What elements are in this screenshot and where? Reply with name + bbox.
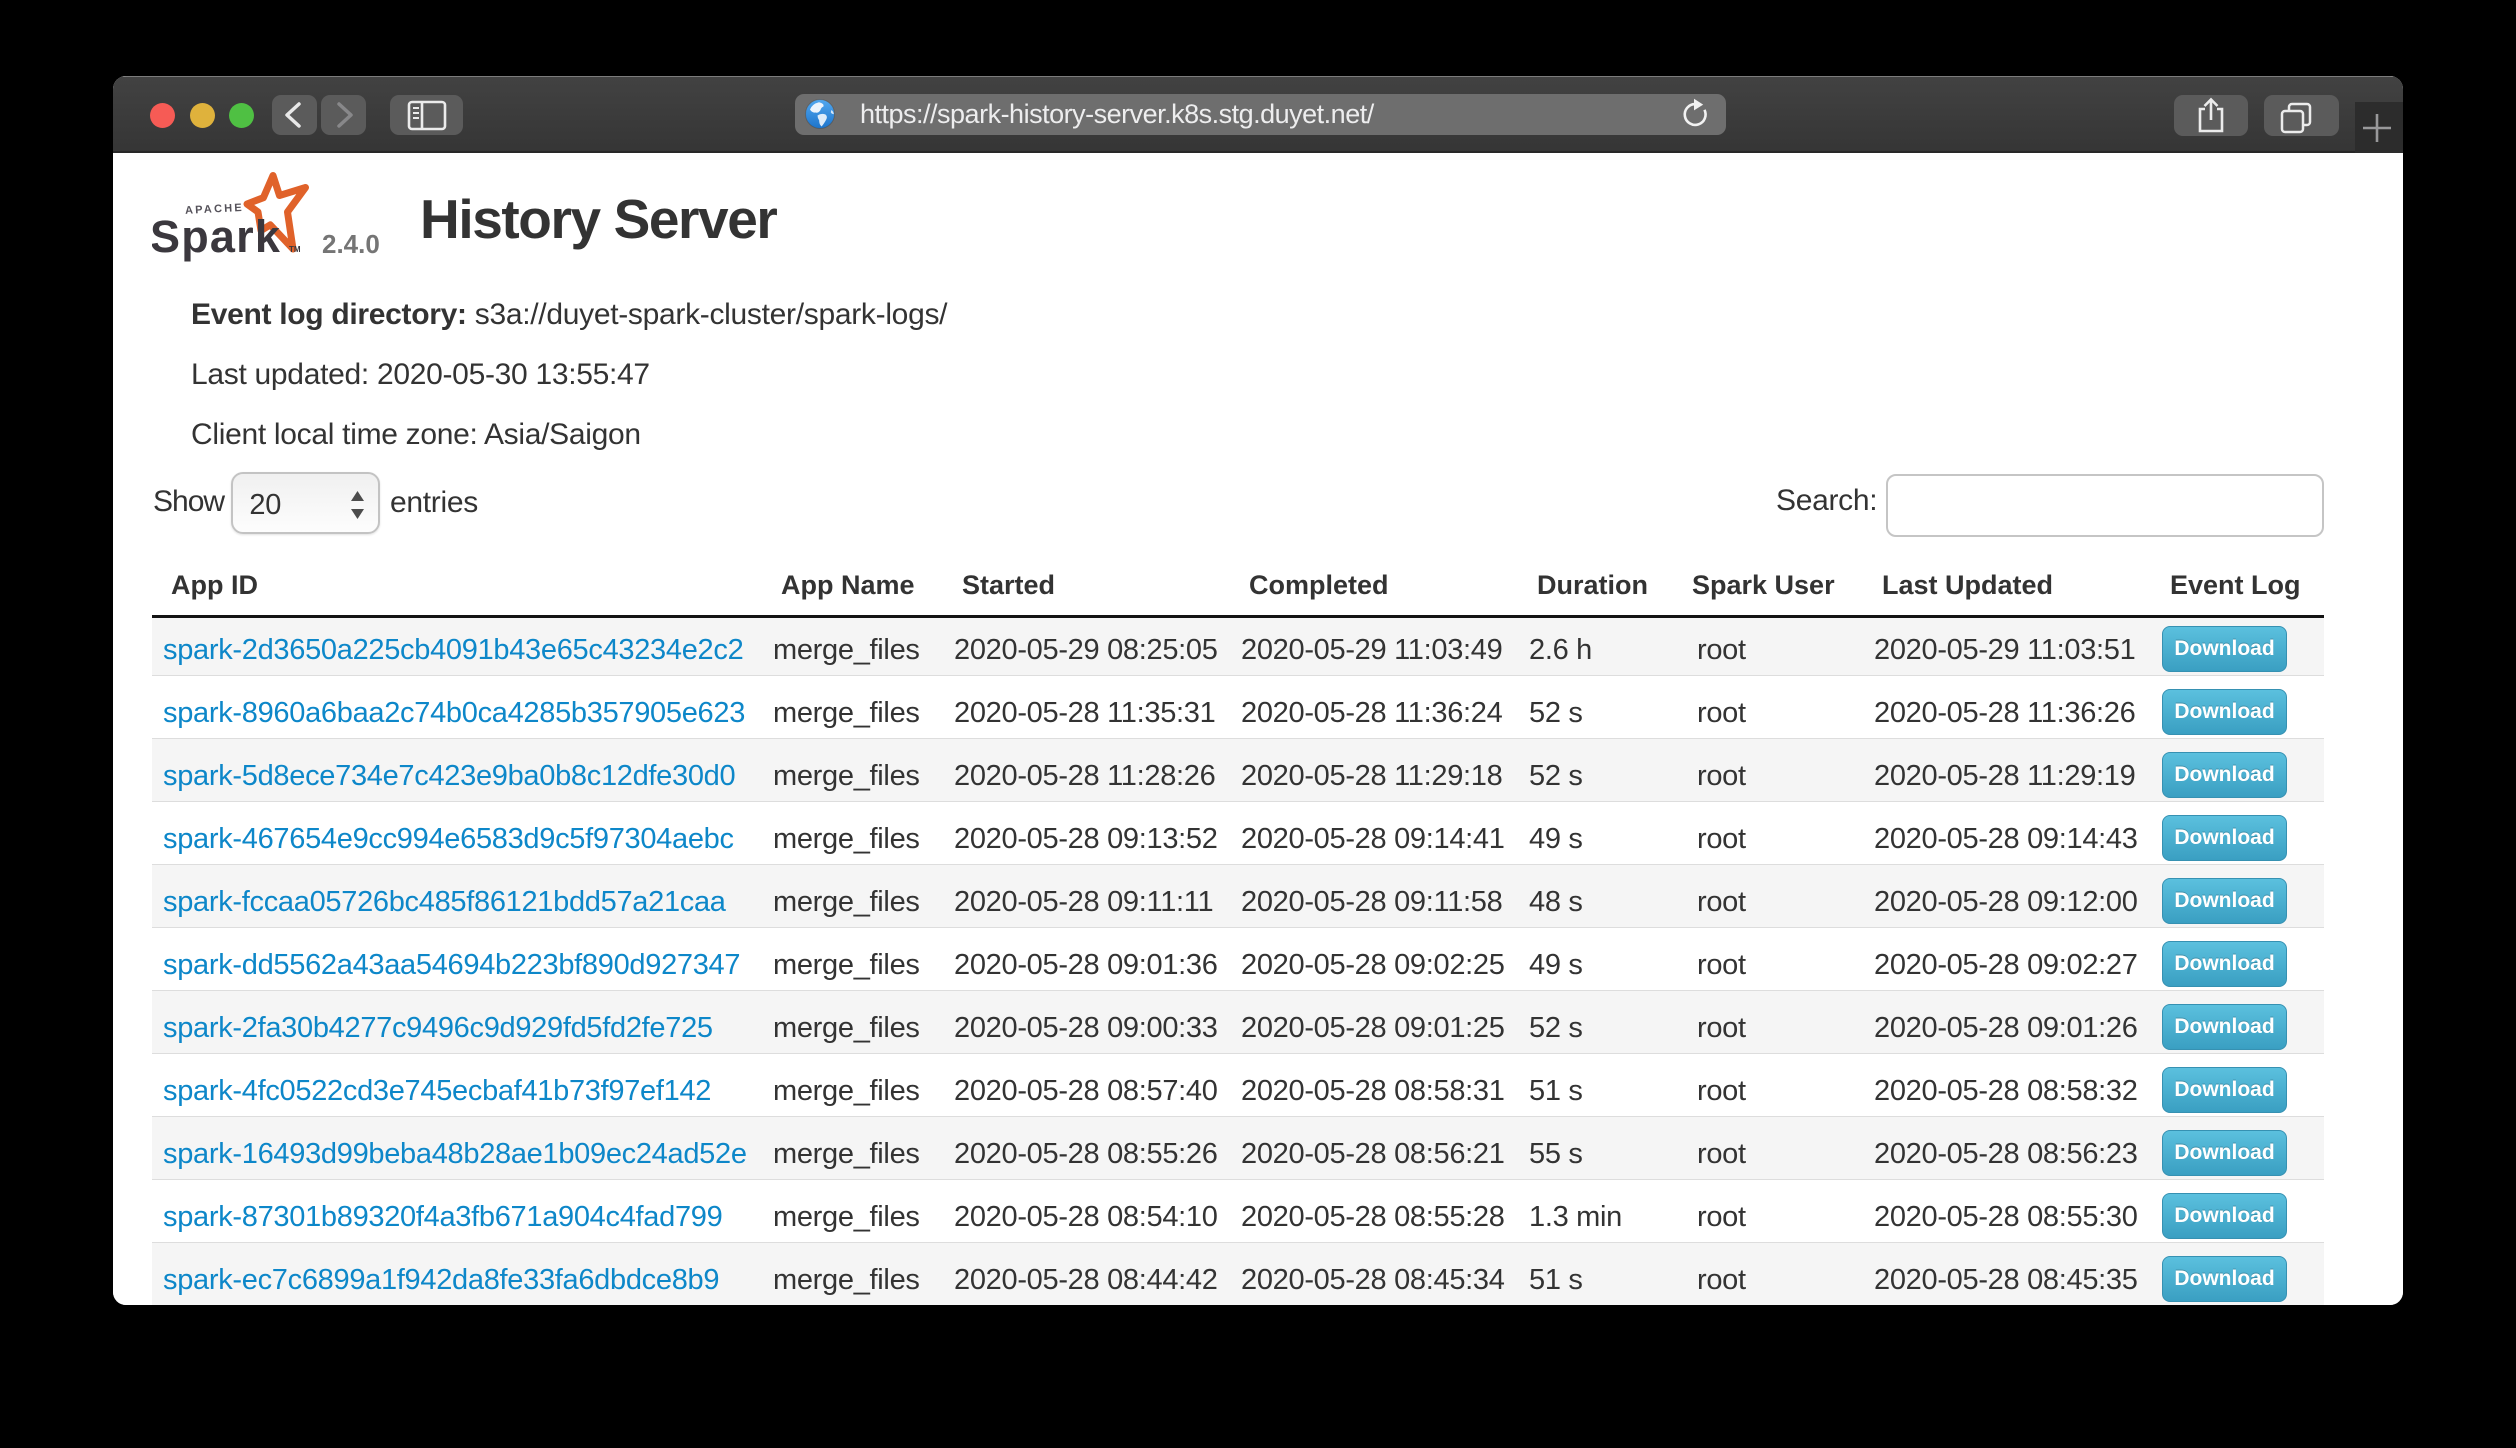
svg-text:TM: TM bbox=[289, 245, 301, 254]
svg-text:Spark: Spark bbox=[152, 211, 281, 262]
